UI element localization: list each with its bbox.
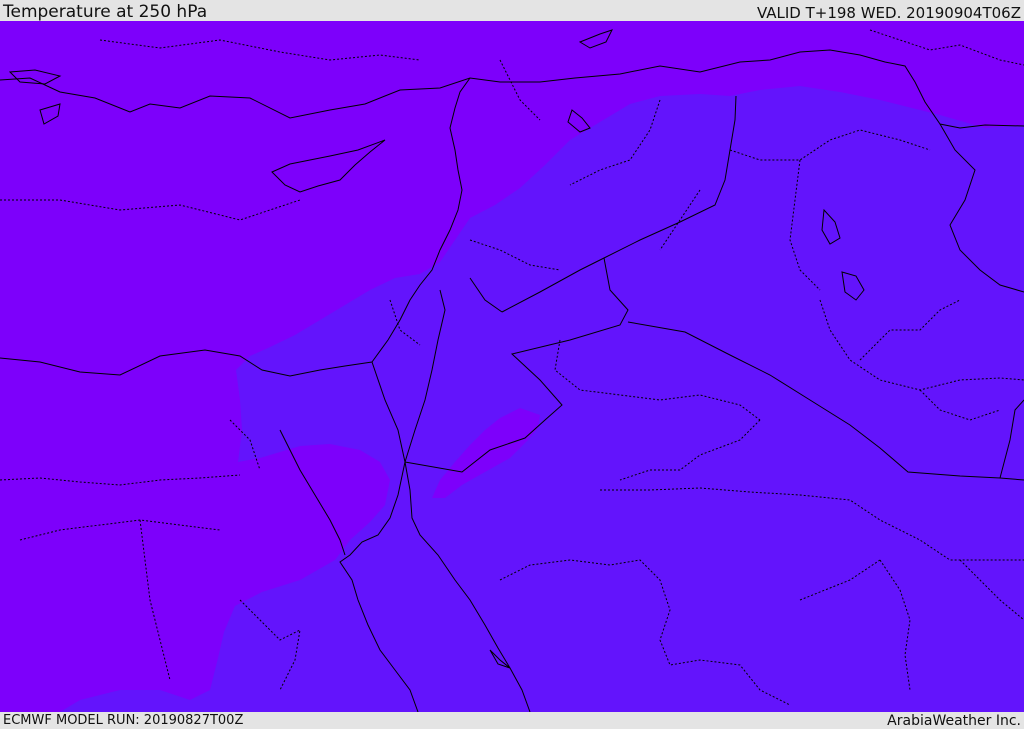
temperature-map[interactable] <box>0 21 1024 712</box>
model-run-label: ECMWF MODEL RUN: 20190827T00Z <box>3 713 244 728</box>
valid-time-label: VALID T+198 WED. 20190904T06Z <box>756 4 1021 22</box>
map-title: Temperature at 250 hPa <box>3 2 208 22</box>
credit-label: ArabiaWeather Inc. <box>887 713 1021 729</box>
header-bar: Temperature at 250 hPa VALID T+198 WED. … <box>0 0 1024 22</box>
footer-bar: ECMWF MODEL RUN: 20190827T00Z ArabiaWeat… <box>0 712 1024 729</box>
